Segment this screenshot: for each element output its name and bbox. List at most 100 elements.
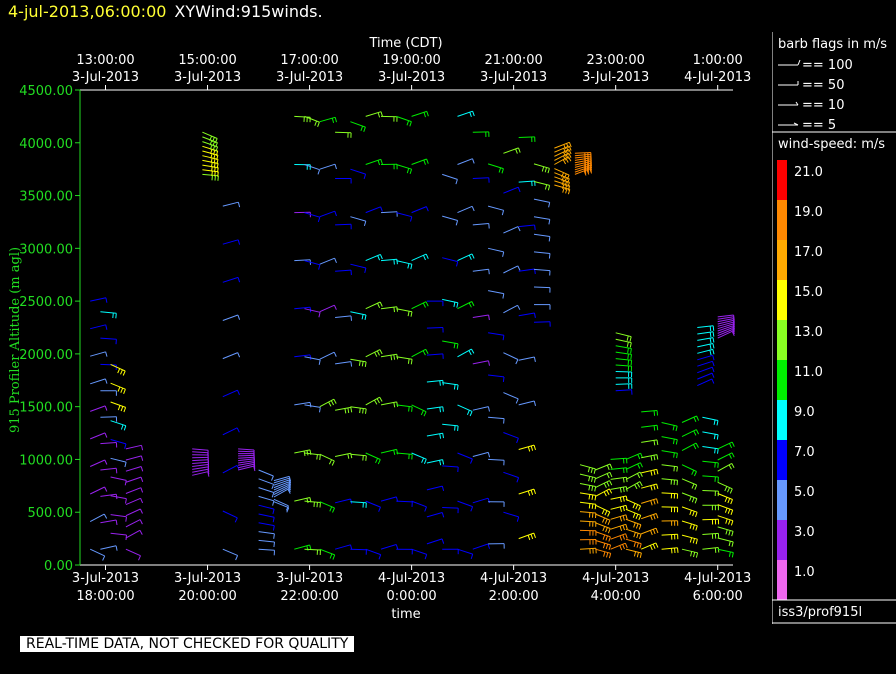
barb-flag — [393, 307, 395, 313]
barb-shaft — [681, 520, 698, 527]
wind-barb — [697, 337, 715, 344]
barb-flag — [407, 263, 410, 269]
barb-flag — [517, 187, 521, 193]
barb-flag — [626, 341, 629, 347]
wind-barb — [457, 205, 475, 214]
wind-barb — [110, 495, 127, 504]
wind-barb — [595, 548, 612, 559]
barb-flag — [622, 496, 625, 502]
barb-flag — [591, 503, 594, 509]
barb-flag — [314, 120, 318, 126]
wind-barb — [222, 314, 241, 321]
barb-shaft — [717, 493, 733, 500]
barb-shaft — [258, 487, 274, 493]
barb-flag — [318, 264, 321, 270]
barb-flag — [676, 453, 678, 459]
wind-barb — [222, 548, 239, 561]
wind-barb — [380, 353, 399, 361]
barb-shaft — [625, 498, 641, 507]
barb-flag — [120, 406, 124, 412]
barb-shaft — [697, 372, 713, 380]
barb-flag — [530, 489, 534, 495]
barb-flag — [306, 498, 309, 504]
wind-barb — [717, 452, 735, 461]
barb-flag — [125, 516, 127, 522]
barb-shaft — [442, 423, 459, 427]
barb-flag — [453, 384, 456, 390]
barb-flag — [517, 305, 521, 310]
wind-barb — [202, 173, 219, 181]
barb-shaft — [442, 382, 459, 386]
barb-flag — [456, 343, 459, 349]
barb-flag — [672, 439, 675, 445]
wind-barb — [472, 406, 490, 412]
wind-barb — [396, 404, 413, 412]
wind-barb — [615, 371, 633, 378]
top-tick-time: 17:00:00 — [280, 53, 338, 68]
wind-barb — [554, 184, 571, 195]
barb-flag — [712, 343, 715, 349]
wind-barb — [503, 471, 520, 483]
wind-barb — [350, 168, 367, 180]
barb-shaft — [625, 471, 641, 480]
y-tick-label: 2000.00 — [19, 348, 73, 363]
wind-barb — [89, 548, 106, 561]
barb-flag — [378, 506, 381, 512]
barb-legend-entry: == 5 — [778, 118, 836, 133]
wind-barb — [411, 452, 427, 464]
barb-flag — [653, 440, 656, 446]
barb-flag — [725, 518, 728, 524]
color-swatch — [777, 240, 787, 280]
wind-barb — [396, 308, 413, 317]
barb-flag — [630, 354, 632, 360]
barb-shaft — [472, 543, 489, 550]
wind-barb — [697, 343, 715, 350]
barb-flag — [112, 312, 114, 319]
wind-barb — [533, 163, 550, 174]
barb-shaft — [380, 544, 397, 550]
barb-flag — [515, 359, 519, 365]
wind-barb — [319, 453, 335, 466]
barb-flag — [605, 535, 608, 541]
barb-flag — [331, 117, 335, 124]
wind-barb — [579, 501, 597, 510]
barb-shaft — [615, 351, 632, 355]
wind-barb — [533, 321, 551, 327]
barb-flag — [712, 331, 715, 337]
barb-flag — [503, 418, 505, 424]
barb-shaft — [579, 501, 596, 505]
barb-shaft — [533, 163, 550, 169]
barb-flag — [656, 425, 659, 431]
barb-flag — [359, 408, 361, 414]
barb-shaft — [350, 501, 367, 504]
wind-barb — [579, 492, 597, 501]
barb-shaft — [192, 459, 209, 462]
barb-shaft — [222, 548, 238, 556]
barb-flag — [420, 410, 424, 416]
barb-shaft — [365, 396, 380, 406]
wind-barb — [335, 269, 352, 276]
barb-flag — [470, 458, 473, 464]
barb-flag — [439, 407, 441, 413]
wind-barb — [533, 216, 551, 225]
barb-flag — [727, 487, 731, 493]
barb-flag — [590, 467, 593, 474]
barb-flag — [316, 454, 318, 460]
barb-shaft — [411, 206, 427, 214]
barb-flag — [619, 545, 623, 551]
barb-flag — [456, 261, 459, 267]
wind-barb — [319, 210, 337, 218]
bottom-tick-date: 3-Jul-2013 — [276, 571, 343, 586]
y-tick-label: 500.00 — [28, 506, 74, 521]
top-tick-date: 3-Jul-2013 — [582, 70, 649, 85]
top-tick-time: 19:00:00 — [382, 53, 440, 68]
barb-flag — [471, 253, 475, 259]
barb-flag — [691, 483, 695, 489]
barb-shaft — [697, 354, 713, 361]
color-swatch — [777, 520, 787, 560]
barb-flag — [317, 169, 321, 175]
barb-flag — [309, 354, 312, 360]
wind-barb — [488, 416, 505, 424]
barb-flag — [632, 512, 636, 518]
barb-flag — [728, 519, 731, 525]
